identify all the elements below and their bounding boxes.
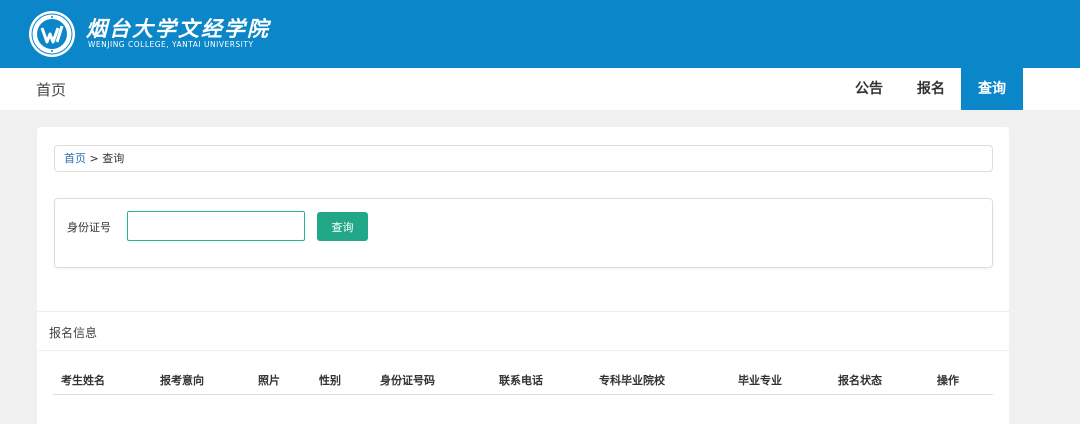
query-card: 首页 > 查询 身份证号 查询: [37, 127, 1009, 313]
col-id-number: 身份证号码: [380, 374, 435, 387]
nav-item-register[interactable]: 报名: [902, 68, 960, 110]
id-number-input[interactable]: [127, 211, 305, 241]
col-gender: 性别: [319, 374, 341, 387]
breadcrumb-separator: >: [89, 152, 99, 165]
nav-item-query[interactable]: 查询: [961, 68, 1023, 110]
main-navbar: 首页 公告 报名 查询: [0, 68, 1080, 110]
col-intent: 报考意向: [160, 374, 204, 387]
search-form: 身份证号 查询: [54, 198, 993, 268]
col-actions: 操作: [937, 374, 959, 387]
col-phone: 联系电话: [499, 374, 543, 387]
id-number-label: 身份证号: [67, 221, 111, 234]
college-emblem-icon: [29, 11, 75, 57]
col-student-name: 考生姓名: [61, 374, 105, 387]
col-major: 毕业专业: [738, 374, 782, 387]
nav-item-announcements[interactable]: 公告: [840, 68, 898, 110]
col-college: 专科毕业院校: [599, 374, 665, 387]
registration-info-title: 报名信息: [49, 326, 98, 340]
top-banner: 烟台大学文经学院 WENJING COLLEGE, YANTAI UNIVERS…: [0, 0, 1080, 68]
query-button[interactable]: 查询: [317, 212, 368, 241]
registration-table-header: 考生姓名 报考意向 照片 性别 身份证号码 联系电话 专科毕业院校 毕业专业 报…: [53, 367, 993, 395]
breadcrumb-current: 查询: [102, 152, 125, 165]
breadcrumb: 首页 > 查询: [54, 145, 993, 172]
college-name-cn: 烟台大学文经学院: [86, 16, 270, 41]
registration-info-header: 报名信息: [37, 311, 1009, 351]
col-status: 报名状态: [838, 374, 882, 387]
breadcrumb-home-link[interactable]: 首页: [64, 152, 86, 165]
col-photo: 照片: [258, 374, 280, 387]
registration-info-card: 报名信息 考生姓名 报考意向 照片 性别 身份证号码 联系电话 专科毕业院校 毕…: [37, 311, 1009, 424]
college-name-en: WENJING COLLEGE, YANTAI UNIVERSITY: [88, 40, 254, 49]
nav-brand-home[interactable]: 首页: [36, 79, 66, 100]
